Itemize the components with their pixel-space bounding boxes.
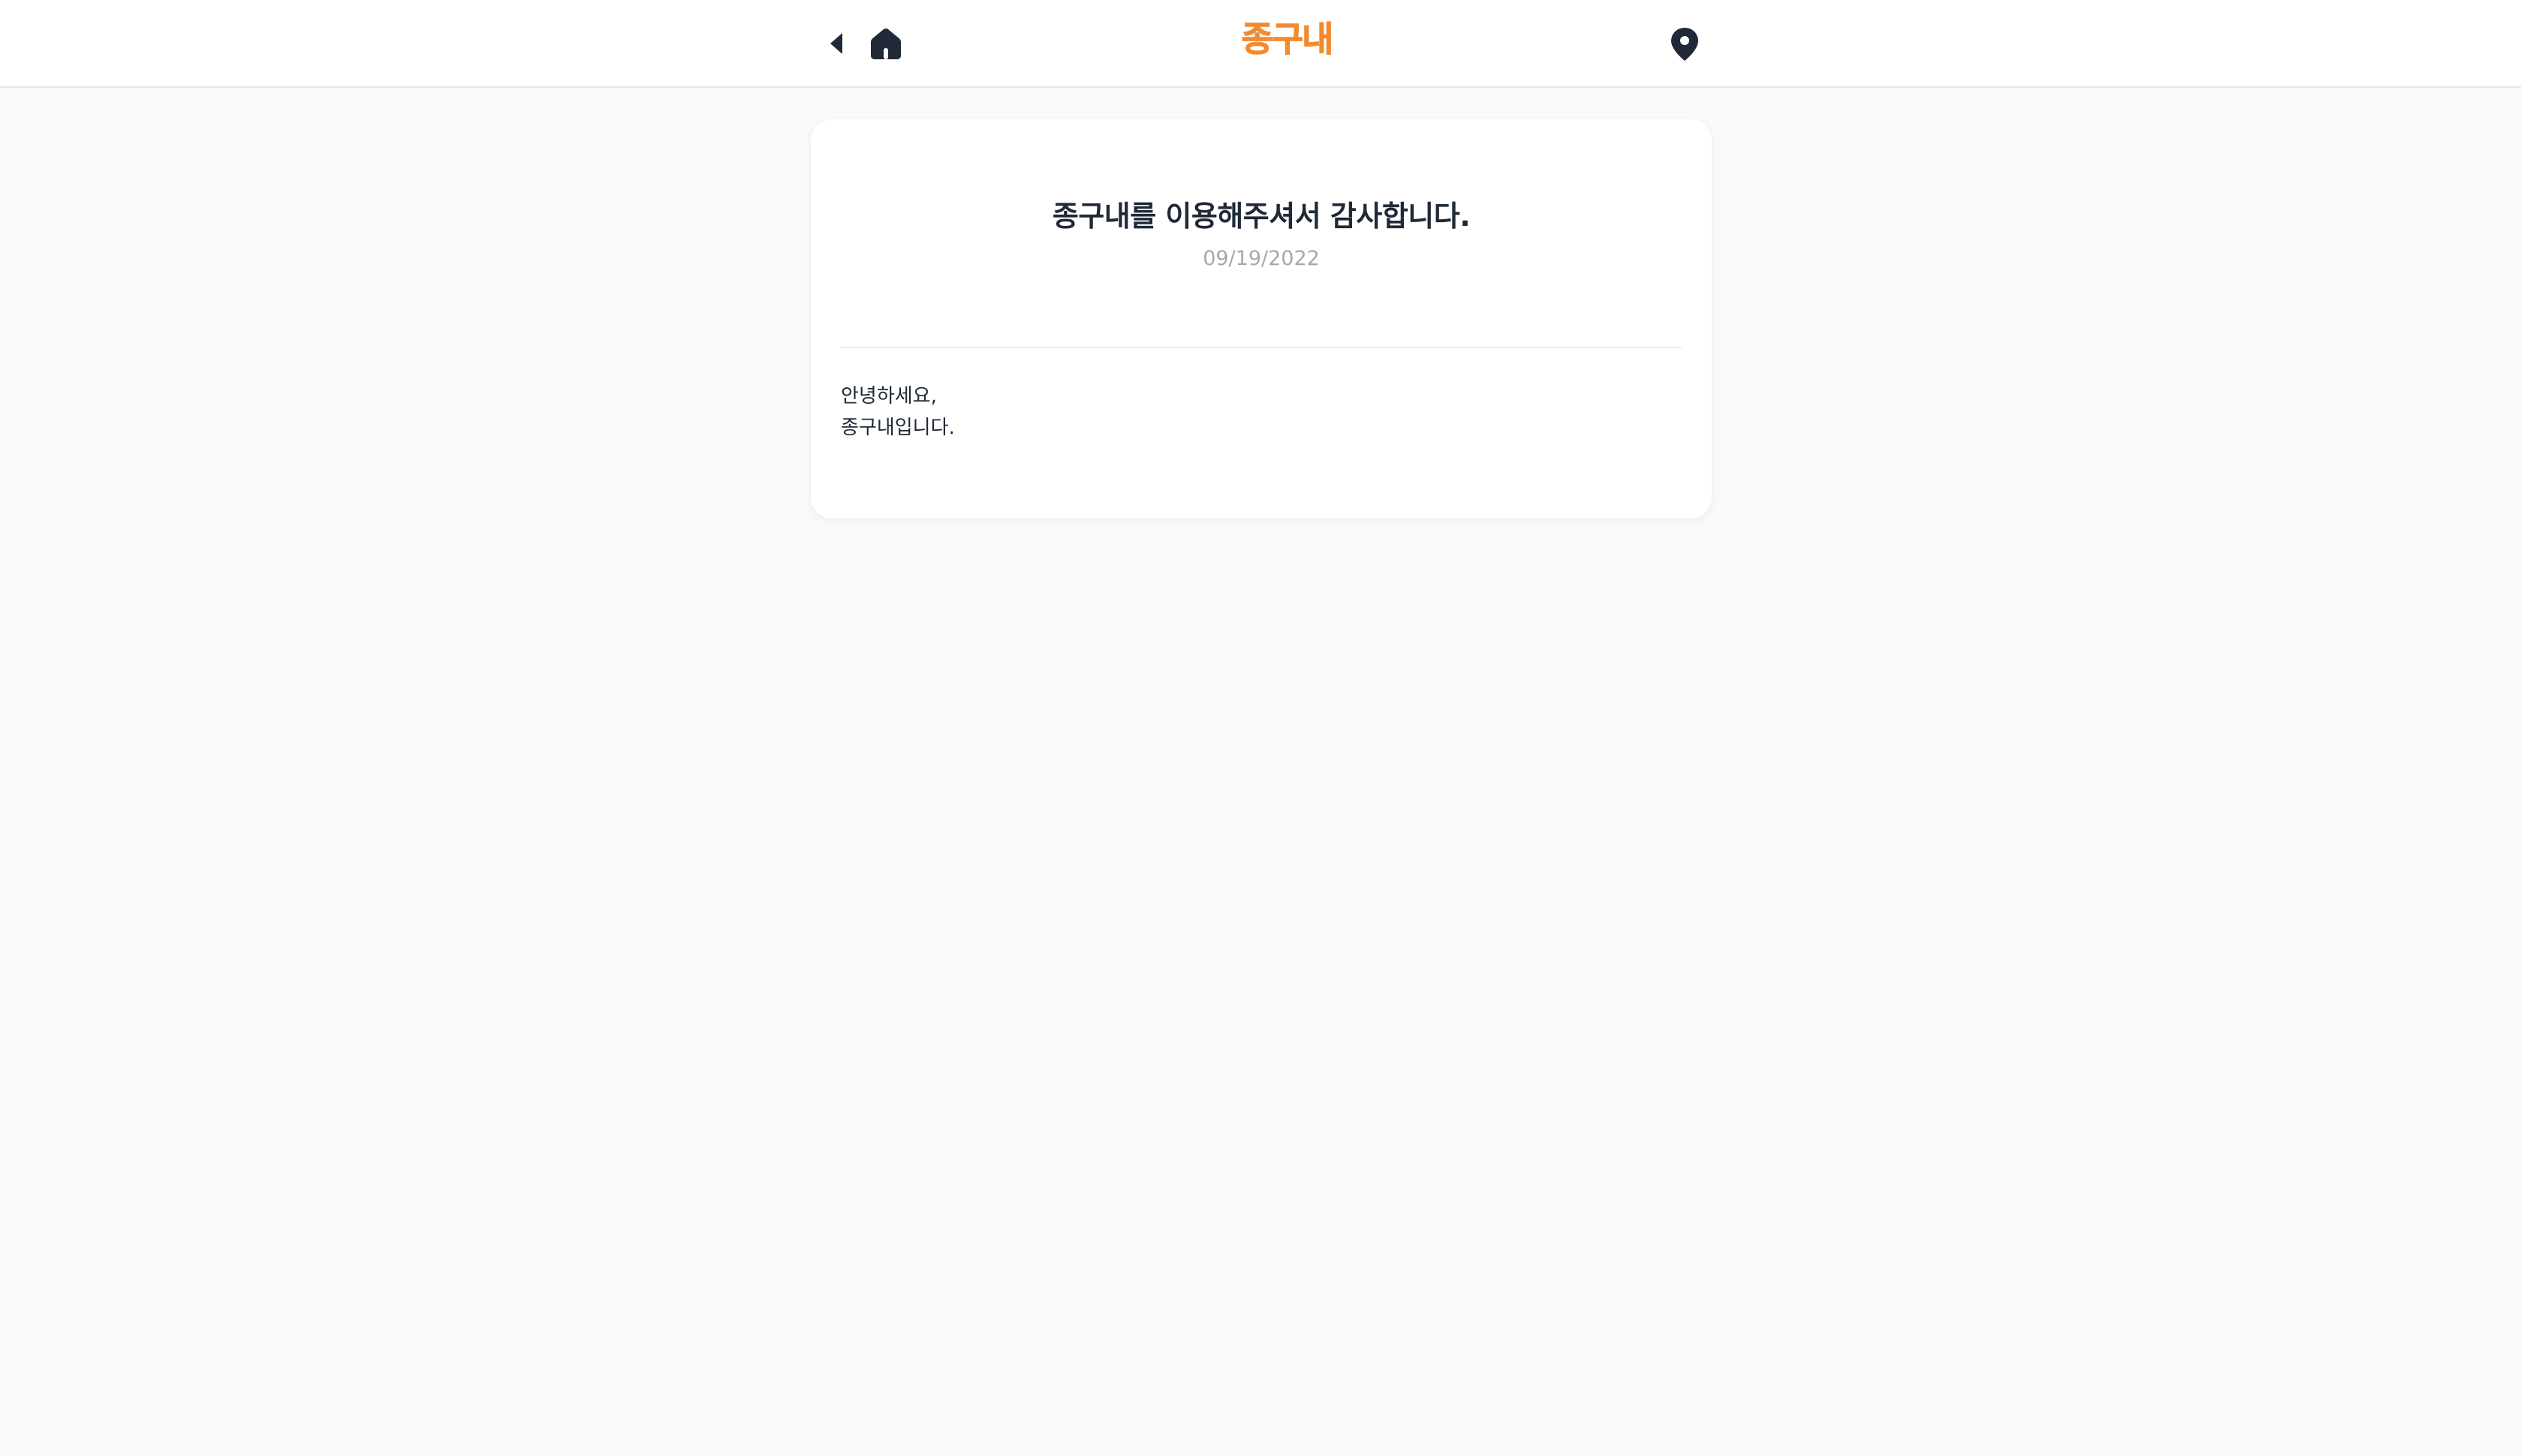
notice-card: 종구내를 이용해주셔서 감사합니다. 09/19/2022 안녕하세요, 종구내… xyxy=(811,119,1712,519)
body-line: 안녕하세요, xyxy=(841,385,937,408)
notice-date: 09/19/2022 xyxy=(1203,247,1320,270)
top-navigation-bar: 종구내 xyxy=(0,0,2521,88)
home-button[interactable] xyxy=(868,26,904,62)
logo-text: 종구내 xyxy=(1241,19,1334,59)
home-icon xyxy=(871,29,901,59)
notice-title: 종구내를 이용해주셔서 감사합니다. xyxy=(1052,200,1471,233)
caret-left-icon xyxy=(830,33,842,54)
divider xyxy=(841,347,1682,348)
notice-body: 안녕하세요, 종구내입니다. xyxy=(841,381,1682,444)
back-button[interactable] xyxy=(821,29,851,59)
brand-logo[interactable]: 종구내 xyxy=(1224,17,1350,62)
map-pin-icon xyxy=(1671,28,1698,61)
body-line: 종구내입니다. xyxy=(841,417,955,439)
location-button[interactable] xyxy=(1667,26,1703,63)
